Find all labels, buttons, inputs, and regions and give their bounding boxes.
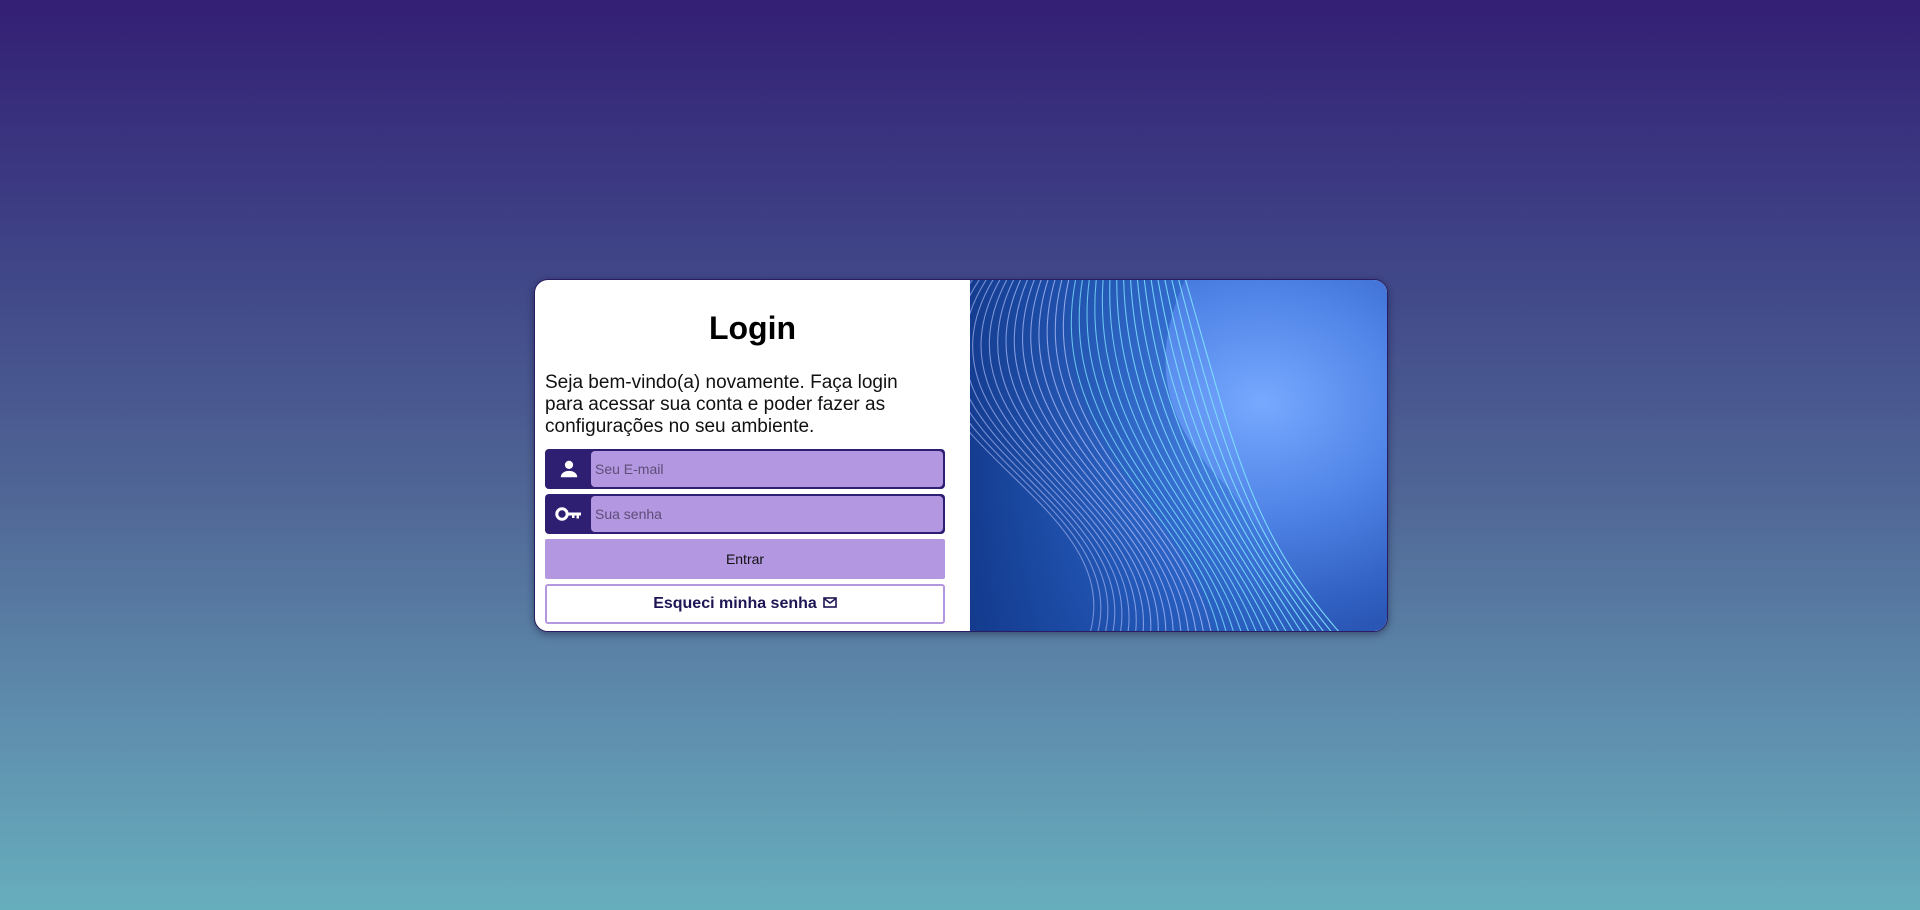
decorative-wave-image xyxy=(970,280,1387,631)
welcome-text: Seja bem-vindo(a) novamente. Faça login … xyxy=(545,372,898,437)
password-input-group xyxy=(545,494,945,534)
login-button[interactable]: Entrar xyxy=(545,539,945,579)
email-input-group xyxy=(545,449,945,489)
forgot-password-label: Esqueci minha senha xyxy=(653,595,817,612)
page-title: Login xyxy=(708,310,797,346)
user-icon xyxy=(547,451,591,487)
password-input[interactable] xyxy=(591,496,943,532)
login-form-panel: Login Seja bem-vindo(a) novamente. Faça … xyxy=(535,280,970,631)
forgot-password-button[interactable]: Esqueci minha senha xyxy=(545,584,945,624)
email-input[interactable] xyxy=(591,451,943,487)
wave-lines-graphic xyxy=(970,280,1340,631)
mail-icon xyxy=(822,595,837,613)
key-icon xyxy=(547,496,591,532)
login-card: Login Seja bem-vindo(a) novamente. Faça … xyxy=(534,279,1388,632)
